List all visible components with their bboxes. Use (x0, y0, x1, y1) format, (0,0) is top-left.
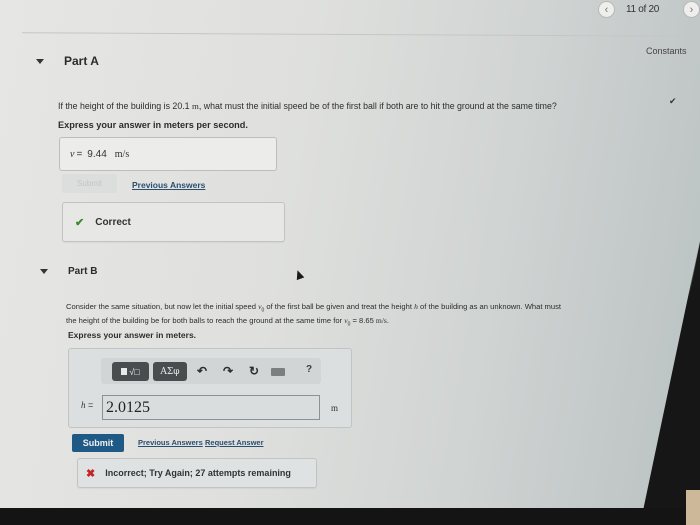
pagination-nav: ‹ 11 of 20 › (590, 0, 700, 20)
part-a-instruction: Express your answer in meters per second… (58, 120, 248, 130)
feedback-text: Correct (95, 216, 131, 228)
part-a-answer-display: v = 9.44 m/s (59, 137, 277, 171)
monitor-bezel (0, 508, 700, 525)
browser-screen: ‹ 11 of 20 › Constants Part A ✔ If the h… (0, 0, 700, 525)
help-button[interactable]: ? (306, 364, 312, 375)
square-icon (121, 368, 128, 375)
part-b-header[interactable]: Part B (40, 266, 97, 277)
part-a-previous-answers-link[interactable]: Previous Answers (132, 180, 205, 190)
part-b-submit-button[interactable]: Submit (72, 434, 124, 452)
divider (22, 32, 700, 37)
part-b-answer-input[interactable]: 2.0125 (102, 395, 320, 420)
checkmark-icon: ✔ (669, 96, 677, 106)
part-b-answer-panel: √□ ΑΣφ ↶ ↷ ↻ ? h = 2.0125 m (68, 348, 352, 428)
part-a-feedback: ✔ Correct (62, 202, 285, 242)
templates-button[interactable]: √□ (112, 362, 149, 381)
answer-variable-label: h = (81, 400, 94, 410)
redo-icon[interactable]: ↷ (223, 364, 233, 378)
part-a-title: Part A (64, 54, 99, 68)
part-b-feedback: ✖ Incorrect; Try Again; 27 attempts rema… (77, 458, 317, 488)
part-a-submit-button: Submit (62, 174, 117, 193)
part-b-title: Part B (68, 266, 98, 277)
caret-down-icon[interactable] (40, 269, 48, 274)
page-indicator: 11 of 20 (626, 4, 660, 15)
part-a-question: If the height of the building is 20.1 m,… (58, 101, 557, 111)
request-answer-link[interactable]: Request Answer (205, 438, 264, 447)
reset-icon[interactable]: ↻ (249, 364, 259, 378)
part-b-question: Consider the same situation, but now let… (66, 302, 562, 328)
desk-surface (686, 490, 700, 525)
x-icon: ✖ (86, 467, 96, 480)
undo-icon[interactable]: ↶ (197, 364, 207, 378)
part-a-header[interactable]: Part A (36, 54, 99, 68)
keyboard-icon[interactable] (271, 368, 285, 376)
part-b-previous-answers-link[interactable]: Previous Answers (138, 438, 203, 447)
answer-unit: m (331, 403, 339, 413)
checkmark-icon: ✔ (75, 216, 85, 229)
caret-down-icon[interactable] (36, 58, 44, 64)
chevron-left-icon[interactable]: ‹ (598, 1, 615, 18)
part-a-answer-value: 9.44 (87, 148, 107, 160)
constants-link[interactable]: Constants (646, 46, 687, 56)
greek-symbols-button[interactable]: ΑΣφ (153, 362, 187, 381)
mouse-cursor-icon (293, 268, 305, 281)
math-toolbar: √□ ΑΣφ ↶ ↷ ↻ ? (101, 358, 321, 384)
feedback-text: Incorrect; Try Again; 27 attempts remain… (105, 468, 291, 478)
part-b-instruction: Express your answer in meters. (68, 330, 197, 340)
chevron-right-icon[interactable]: › (683, 1, 700, 18)
